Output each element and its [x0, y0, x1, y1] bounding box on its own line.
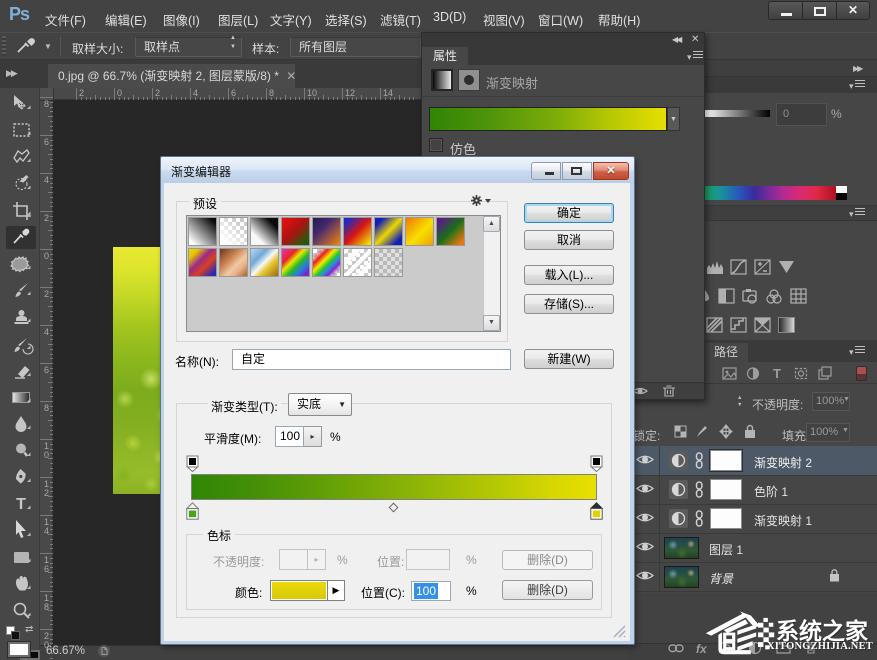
svg-text:T: T [16, 496, 26, 513]
svg-text:T: T [773, 366, 781, 381]
